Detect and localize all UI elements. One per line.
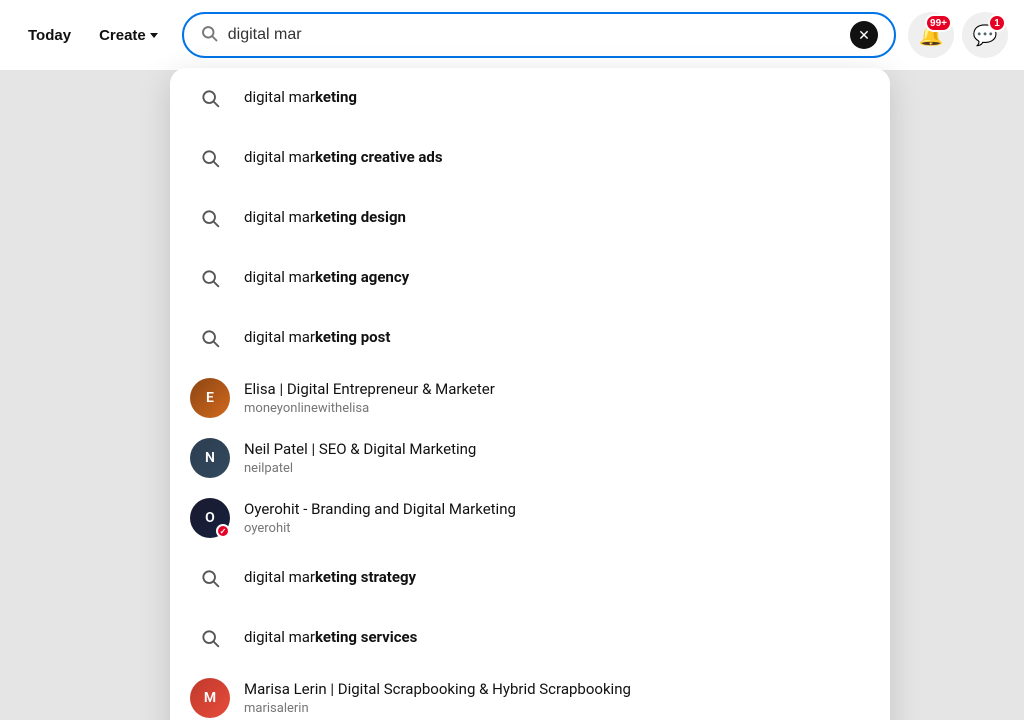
- search-dropdown: digital marketing digital marketing crea…: [170, 68, 890, 720]
- messages-button[interactable]: 💬 1: [962, 12, 1008, 58]
- today-button[interactable]: Today: [16, 19, 83, 52]
- messages-badge: 1: [988, 14, 1006, 32]
- search-suggestion-icon: [190, 618, 230, 658]
- profile-info: Marisa Lerin | Digital Scrapbooking & Hy…: [244, 680, 631, 716]
- avatar: M: [190, 678, 230, 718]
- create-button[interactable]: Create: [87, 19, 170, 52]
- list-item[interactable]: digital marketing services: [170, 608, 890, 668]
- search-input-wrapper: ✕: [182, 12, 896, 58]
- profile-name: Oyerohit - Branding and Digital Marketin…: [244, 500, 516, 520]
- search-suggestion-icon: [190, 78, 230, 118]
- search-input[interactable]: [228, 26, 850, 44]
- profile-username: oyerohit: [244, 521, 516, 536]
- avatar: E: [190, 378, 230, 418]
- clear-icon: ✕: [858, 27, 870, 44]
- list-item[interactable]: N Neil Patel | SEO & Digital Marketing n…: [170, 428, 890, 488]
- list-item[interactable]: digital marketing agency: [170, 248, 890, 308]
- header: Today Create ✕ 🔔 99+ 💬 1: [0, 0, 1024, 70]
- profile-info: Elisa | Digital Entrepreneur & Marketer …: [244, 380, 495, 416]
- avatar: O ✓: [190, 498, 230, 538]
- search-suggestion-icon: [190, 198, 230, 238]
- suggestion-text: digital marketing: [244, 88, 357, 108]
- list-item[interactable]: O ✓ Oyerohit - Branding and Digital Mark…: [170, 488, 890, 548]
- profile-username: neilpatel: [244, 461, 476, 476]
- suggestion-text: digital marketing post: [244, 328, 390, 348]
- profile-name: Marisa Lerin | Digital Scrapbooking & Hy…: [244, 680, 631, 700]
- search-container: ✕: [182, 12, 896, 58]
- list-item[interactable]: E Elisa | Digital Entrepreneur & Markete…: [170, 368, 890, 428]
- profile-info: Neil Patel | SEO & Digital Marketing nei…: [244, 440, 476, 476]
- create-label: Create: [99, 27, 146, 44]
- profile-name: Neil Patel | SEO & Digital Marketing: [244, 440, 476, 460]
- header-left: Today Create: [16, 19, 170, 52]
- list-item[interactable]: digital marketing post: [170, 308, 890, 368]
- search-suggestion-icon: [190, 258, 230, 298]
- header-right: 🔔 99+ 💬 1: [908, 12, 1008, 58]
- suggestion-text: digital marketing design: [244, 208, 406, 228]
- suggestion-text: digital marketing creative ads: [244, 148, 443, 168]
- search-suggestion-icon: [190, 318, 230, 358]
- list-item[interactable]: M Marisa Lerin | Digital Scrapbooking & …: [170, 668, 890, 720]
- search-icon: [200, 24, 218, 46]
- suggestion-text: digital marketing strategy: [244, 568, 416, 588]
- search-suggestion-icon: [190, 138, 230, 178]
- list-item[interactable]: digital marketing: [170, 68, 890, 128]
- list-item[interactable]: digital marketing creative ads: [170, 128, 890, 188]
- list-item[interactable]: digital marketing strategy: [170, 548, 890, 608]
- notifications-button[interactable]: 🔔 99+: [908, 12, 954, 58]
- avatar: N: [190, 438, 230, 478]
- chevron-down-icon: [150, 33, 158, 38]
- profile-info: Oyerohit - Branding and Digital Marketin…: [244, 500, 516, 536]
- suggestion-text: digital marketing agency: [244, 268, 409, 288]
- search-suggestion-icon: [190, 558, 230, 598]
- profile-username: moneyonlinewithelisa: [244, 401, 495, 416]
- clear-button[interactable]: ✕: [850, 21, 878, 49]
- profile-username: marisalerin: [244, 701, 631, 716]
- suggestion-text: digital marketing services: [244, 628, 417, 648]
- list-item[interactable]: digital marketing design: [170, 188, 890, 248]
- notifications-badge: 99+: [925, 14, 952, 32]
- profile-name: Elisa | Digital Entrepreneur & Marketer: [244, 380, 495, 400]
